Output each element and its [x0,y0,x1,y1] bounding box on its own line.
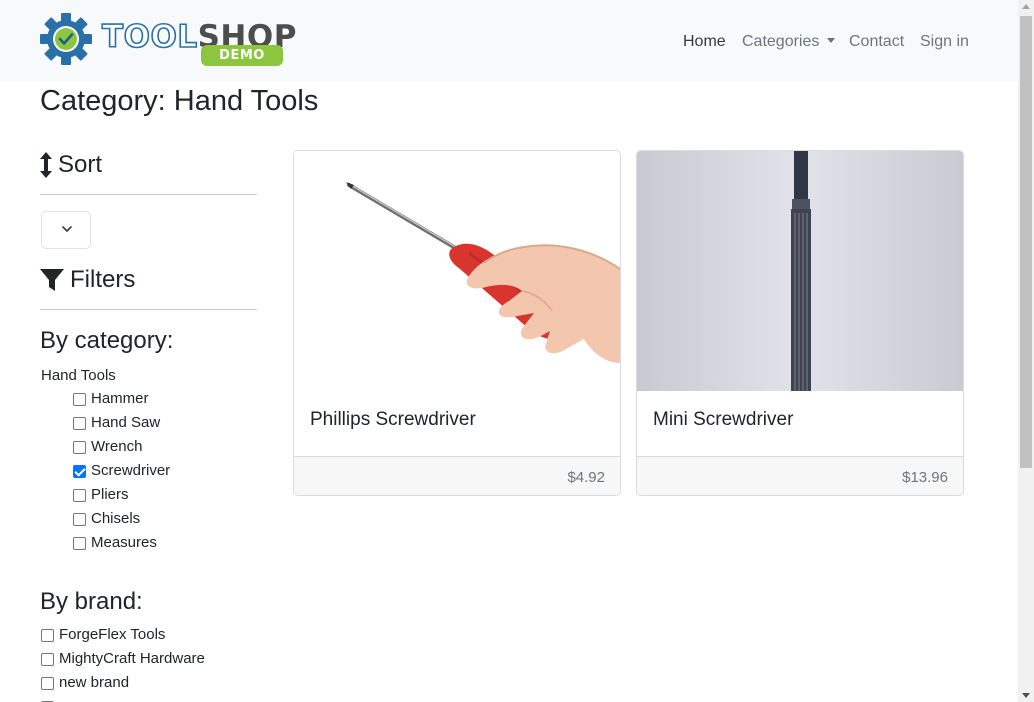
top-navbar: TOOLSHOP DEMO Home Categories Contact Si… [0,0,1018,81]
nav-contact-link[interactable]: Contact [849,31,904,53]
category-checkbox[interactable] [73,536,86,550]
logo-word-tool: TOOL [101,18,198,56]
category-filter-pliers[interactable]: Pliers [73,485,129,505]
category-filter-measures[interactable]: Measures [73,533,157,553]
filters-heading-label: Filters [70,266,136,293]
category-label: Wrench [91,438,143,455]
brand-checkbox[interactable] [41,628,54,642]
brand-label: new brand [59,674,130,691]
brand-checkbox[interactable] [41,676,54,690]
brand-filter-partial[interactable] [41,697,59,702]
product-card-mini-screwdriver[interactable]: Mini Screwdriver $13.96 [636,150,964,496]
caret-down-icon [827,38,836,43]
brand-label: ForgeFlex Tools [59,626,166,643]
product-card-phillips-screwdriver[interactable]: Phillips Screwdriver $4.92 [293,150,621,496]
brand-filter-forgeflex[interactable]: ForgeFlex Tools [41,625,165,645]
sort-select[interactable] [41,211,91,249]
by-category-heading: By category: [40,327,174,354]
nav-home-link[interactable]: Home [683,31,726,53]
filters-heading: Filters [40,265,135,295]
card-footer: $13.96 [637,456,963,495]
sort-divider [40,194,257,195]
brand-label: MightyCraft Hardware [59,650,205,667]
by-brand-heading: By brand: [40,588,143,615]
product-price: $4.92 [567,469,605,486]
category-filter-chisels[interactable]: Chisels [73,509,140,529]
category-filter-hammer[interactable]: Hammer [73,389,149,409]
category-label: Screwdriver [91,462,171,479]
product-price: $13.96 [902,469,948,486]
product-name[interactable]: Mini Screwdriver [653,408,793,432]
product-image-mini-screwdriver[interactable] [637,151,963,391]
category-label: Measures [91,534,157,551]
category-label: Hammer [91,390,149,407]
sort-arrows-icon [40,152,52,178]
page-title: Category: Hand Tools [40,85,319,117]
category-parent-label: Hand Tools [41,367,116,384]
nav-categories-label: Categories [742,33,820,50]
category-checkbox[interactable] [73,488,86,502]
category-label: Hand Saw [91,414,161,431]
chevron-down-icon [62,226,72,232]
category-checkbox[interactable] [73,512,86,526]
toolshop-logo[interactable]: TOOLSHOP DEMO [40,13,296,69]
category-checkbox-checked[interactable] [73,464,86,478]
logo-demo-badge: DEMO [201,45,283,66]
sort-heading: Sort [40,150,102,180]
filter-funnel-icon [40,269,64,291]
brand-checkbox[interactable] [41,652,54,666]
category-checkbox[interactable] [73,392,86,406]
nav-categories-dropdown[interactable]: Categories [742,31,836,53]
nav-signin-link[interactable]: Sign in [920,31,969,53]
page-scrollbar[interactable] [1018,0,1034,702]
category-filter-screwdriver[interactable]: Screwdriver [73,461,170,481]
brand-filter-mightycraft[interactable]: MightyCraft Hardware [41,649,205,669]
gear-check-icon [40,13,92,65]
category-filter-hand-saw[interactable]: Hand Saw [73,413,160,433]
product-image-phillips-screwdriver[interactable] [294,151,620,391]
phillips-screwdriver-photo [294,151,620,391]
mini-screwdriver-photo [637,151,963,391]
category-label: Pliers [91,486,129,503]
category-checkbox[interactable] [73,416,86,430]
category-filter-wrench[interactable]: Wrench [73,437,142,457]
filters-divider [40,309,257,310]
scroll-thumb[interactable] [1020,16,1032,468]
scroll-up-arrow-icon[interactable] [1022,4,1030,9]
scroll-down-arrow-icon[interactable] [1022,693,1030,698]
product-name[interactable]: Phillips Screwdriver [310,408,476,432]
brand-filter-new-brand[interactable]: new brand [41,673,129,693]
category-label: Chisels [91,510,141,527]
card-footer: $4.92 [294,456,620,495]
category-checkbox[interactable] [73,440,86,454]
sort-heading-label: Sort [58,151,103,178]
